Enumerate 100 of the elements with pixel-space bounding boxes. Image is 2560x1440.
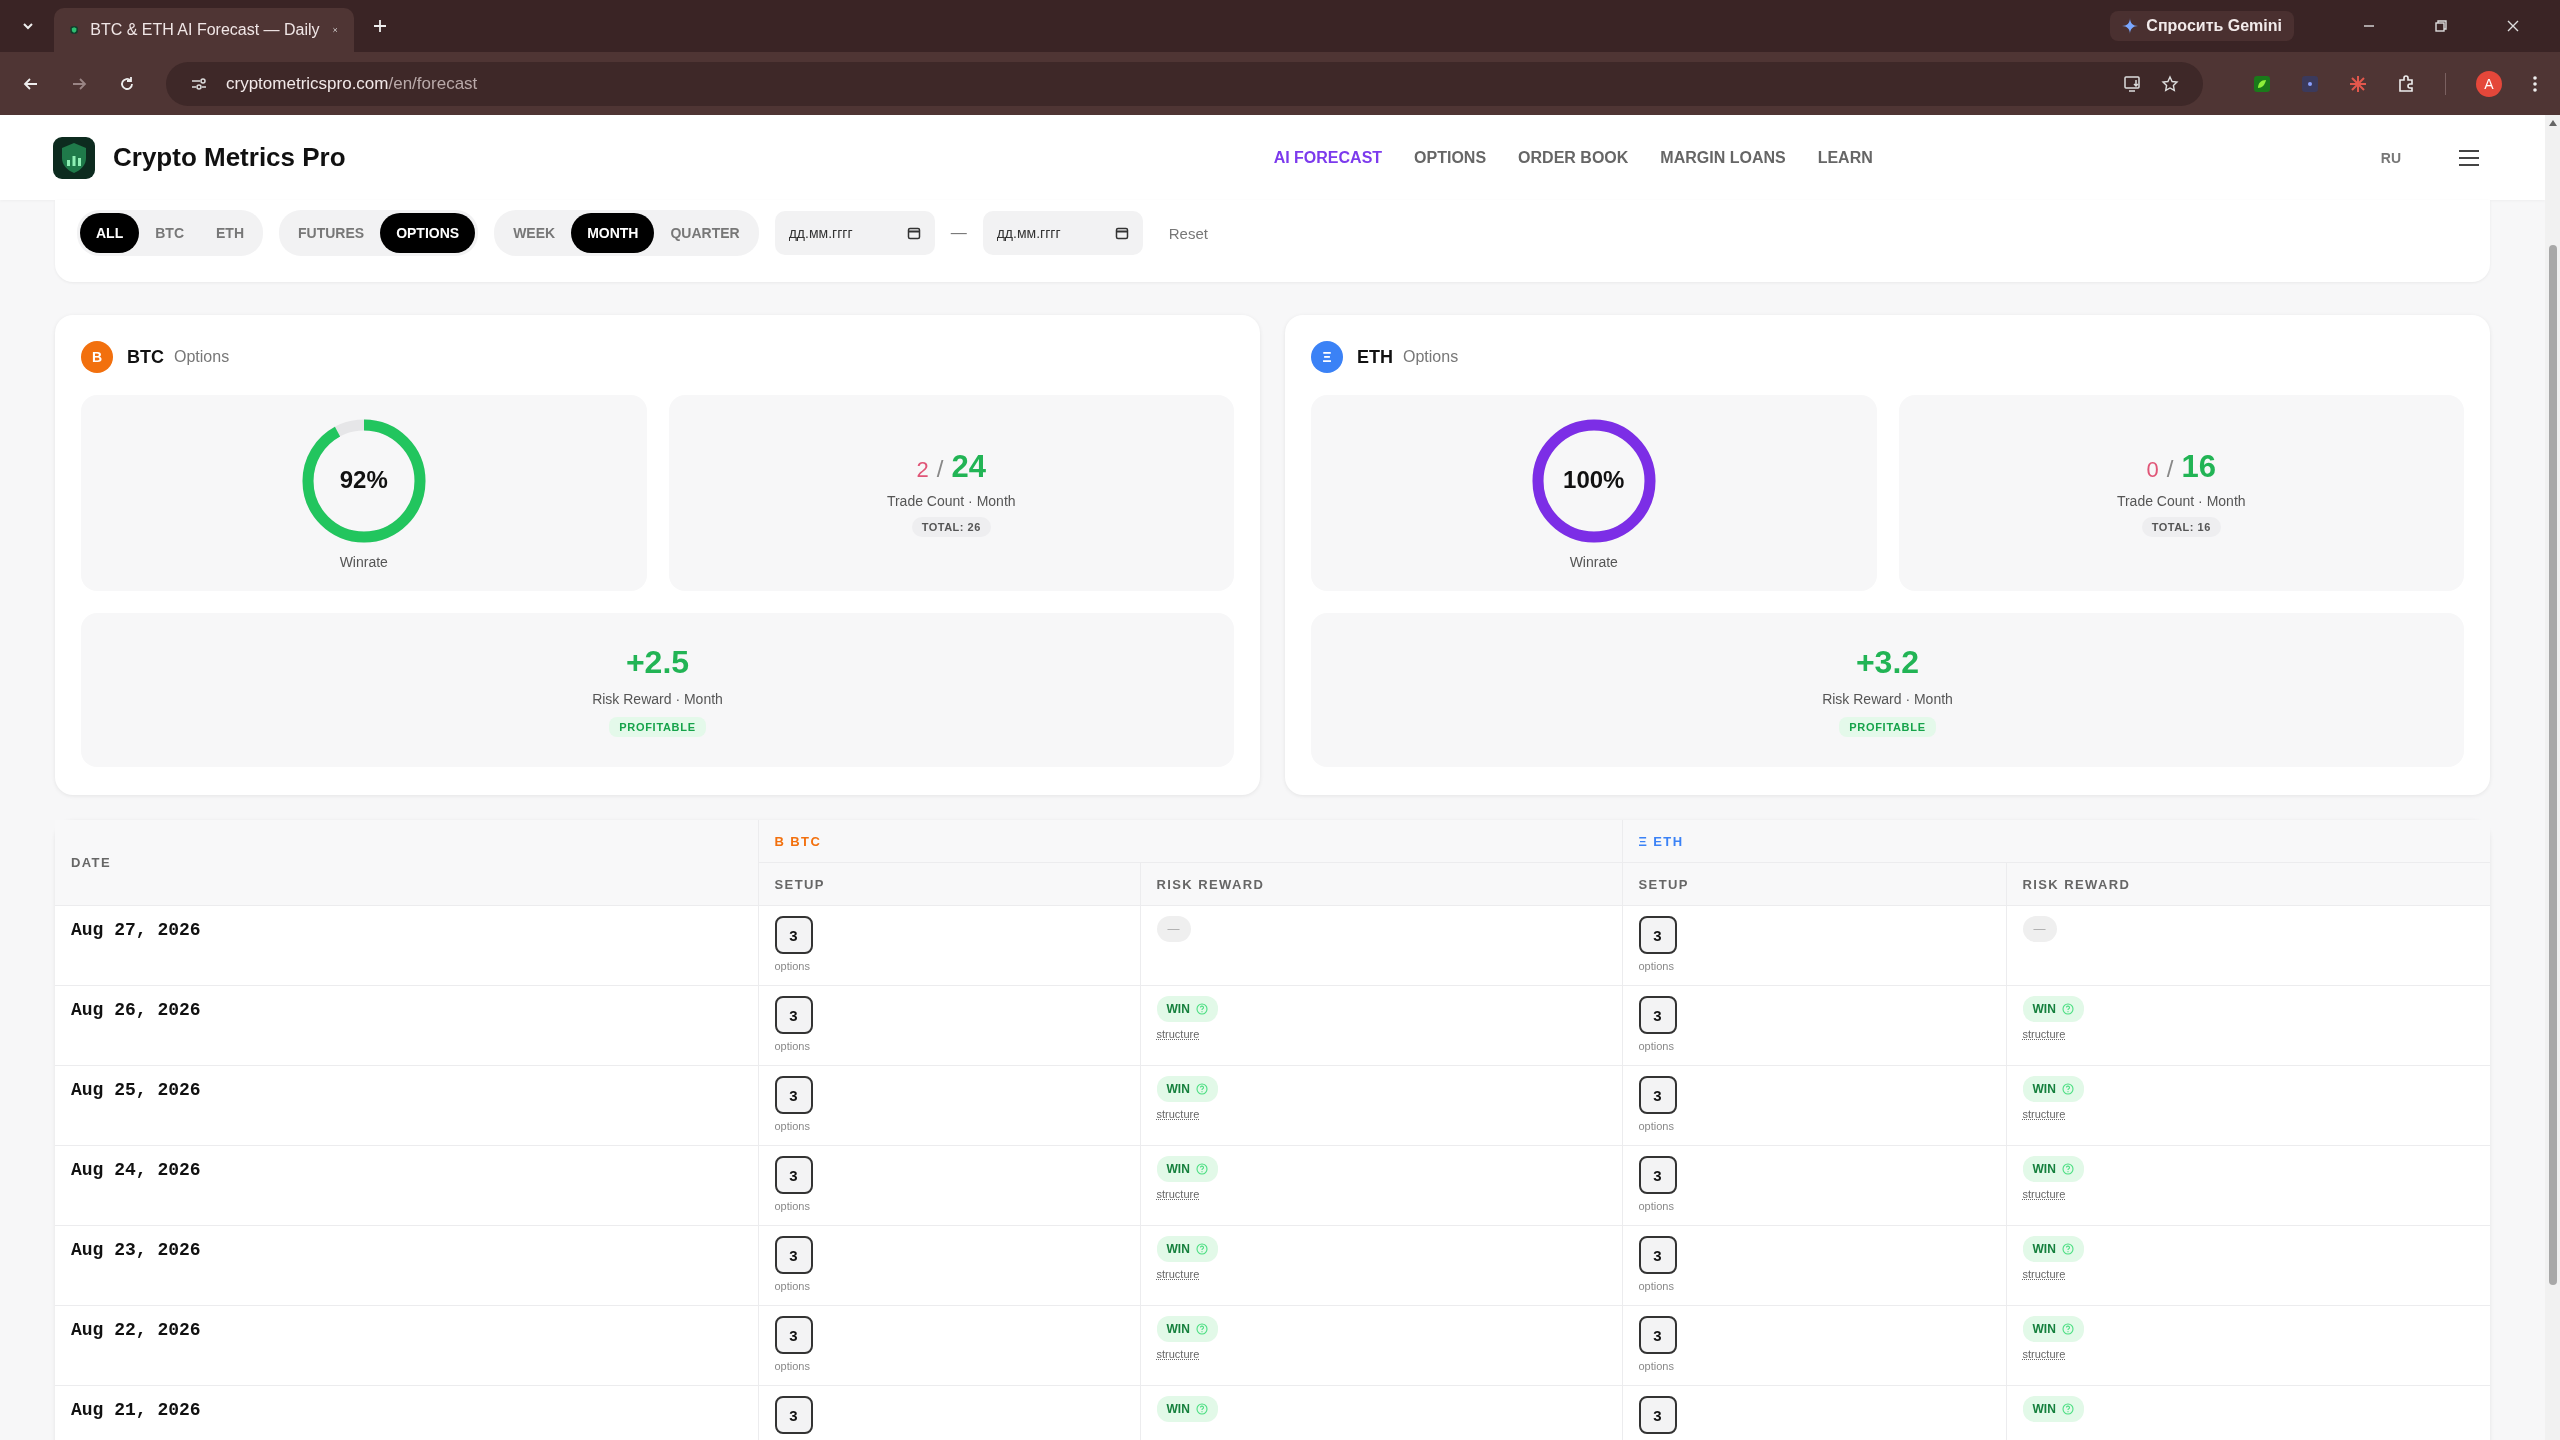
column-header: DATE (71, 855, 112, 870)
structure-link[interactable]: structure (1156, 1188, 1200, 1200)
status-badge: PROFITABLE (609, 716, 706, 737)
structure-link[interactable]: structure (2022, 1268, 2066, 1280)
pending-badge: — (2022, 916, 2057, 942)
setup-note: options (774, 1360, 810, 1372)
structure-link[interactable]: structure (2022, 1108, 2066, 1120)
setup-note: options (1638, 1360, 1674, 1372)
column-header: RISK REWARD (2022, 876, 2131, 892)
setup-count: 3 (1638, 1316, 1677, 1354)
gemini-button[interactable]: Спросить Gemini (2110, 11, 2294, 41)
setup-note: options (1638, 1040, 1674, 1052)
nav-link[interactable]: AI FORECAST (1273, 148, 1383, 167)
loss-count: 2 (916, 457, 929, 483)
group-header: B BTC (774, 833, 822, 849)
group-header: Ξ ETH (1638, 833, 1684, 849)
win-badge: WIN (2022, 1396, 2084, 1422)
filter-pill[interactable]: ALL (80, 213, 140, 253)
setup-count: 3 (774, 1076, 813, 1114)
count-separator: / (936, 455, 944, 483)
date-cell: Aug 21, 2026 (71, 1400, 201, 1420)
date-field[interactable]: дд.мм.гггг (982, 211, 1143, 255)
stat-label: Trade Count · Month (886, 493, 1016, 509)
setup-count: 3 (774, 996, 813, 1034)
stat-label: Winrate (1569, 554, 1618, 570)
tab-title: BTC & ETH AI Forecast — Daily (90, 21, 320, 39)
risk-reward-value: +3.2 (1855, 643, 1920, 681)
date-cell: Aug 25, 2026 (71, 1080, 201, 1100)
filter-pill[interactable]: ETH (200, 213, 260, 253)
structure-link[interactable]: structure (2022, 1348, 2066, 1360)
setup-count: 3 (774, 1236, 813, 1274)
setup-note: options (774, 960, 810, 972)
structure-link[interactable]: structure (2022, 1188, 2066, 1200)
structure-link[interactable]: structure (1156, 1348, 1200, 1360)
status-badge: PROFITABLE (1839, 716, 1936, 737)
browser-tab[interactable]: BTC & ETH AI Forecast — Daily (54, 8, 354, 52)
structure-link[interactable]: structure (2022, 1028, 2066, 1040)
setup-count: 3 (1638, 916, 1677, 954)
stat-label: Trade Count · Month (2116, 493, 2246, 509)
win-badge: WIN (2022, 1076, 2084, 1102)
filter-pill[interactable]: WEEK (497, 213, 572, 253)
win-badge: WIN (1156, 1396, 1218, 1422)
url-text: cryptometricspro.com/en/forecast (226, 73, 478, 94)
setup-note: options (774, 1040, 810, 1052)
winrate-value: 92% (338, 466, 389, 494)
range-separator: — (950, 224, 967, 242)
asset-type: Options (1403, 348, 1459, 366)
setup-count: 3 (1638, 1396, 1677, 1434)
date-cell: Aug 26, 2026 (71, 1000, 201, 1020)
loss-count: 0 (2146, 457, 2159, 483)
setup-count: 3 (774, 916, 813, 954)
date-field[interactable]: дд.мм.гггг (774, 211, 935, 255)
winrate-value: 100% (1562, 466, 1626, 494)
structure-link[interactable]: structure (1156, 1268, 1200, 1280)
nav-link[interactable]: MARGIN LOANS (1660, 148, 1786, 167)
stat-label: Risk Reward · Month (592, 690, 723, 707)
win-count: 24 (951, 449, 986, 485)
win-badge: WIN (1156, 996, 1218, 1022)
column-header: SETUP (1638, 876, 1689, 892)
setup-note: options (1638, 1280, 1674, 1292)
filter-pill[interactable]: FUTURES (282, 213, 381, 253)
setup-note: options (1638, 1200, 1674, 1212)
setup-note: options (774, 1120, 810, 1132)
setup-count: 3 (1638, 996, 1677, 1034)
pending-badge: — (1156, 916, 1191, 942)
coin-badge: Ξ (1311, 341, 1343, 373)
win-count: 16 (2181, 449, 2216, 485)
filter-pill[interactable]: MONTH (571, 213, 655, 253)
setup-note: options (1638, 1120, 1674, 1132)
date-cell: Aug 22, 2026 (71, 1320, 201, 1340)
filter-pill[interactable]: OPTIONS (380, 213, 476, 253)
total-badge: TOTAL: 16 (2141, 517, 2221, 537)
language-code[interactable]: RU (2380, 149, 2401, 166)
setup-count: 3 (1638, 1156, 1677, 1194)
profile-avatar[interactable]: A (2476, 70, 2502, 97)
brand-name: Crypto Metrics Pro (113, 142, 346, 173)
address-bar[interactable]: cryptometricspro.com/en/forecast (166, 61, 2203, 106)
asset-type: Options (174, 348, 230, 366)
date-cell: Aug 27, 2026 (71, 920, 201, 940)
coin-badge: B (81, 341, 113, 373)
column-header: RISK REWARD (1156, 876, 1265, 892)
setup-count: 3 (1638, 1236, 1677, 1274)
win-badge: WIN (1156, 1236, 1218, 1262)
nav-link[interactable]: LEARN (1817, 148, 1873, 167)
structure-link[interactable]: structure (1156, 1108, 1200, 1120)
win-badge: WIN (2022, 1316, 2084, 1342)
nav-link[interactable]: OPTIONS (1414, 148, 1487, 167)
setup-count: 3 (774, 1156, 813, 1194)
setup-note: options (1638, 960, 1674, 972)
structure-link[interactable]: structure (1156, 1028, 1200, 1040)
reset-link[interactable]: Reset (1168, 224, 1208, 242)
win-badge: WIN (1156, 1156, 1218, 1182)
setup-count: 3 (1638, 1076, 1677, 1114)
stat-label: Winrate (339, 554, 388, 570)
date-cell: Aug 23, 2026 (71, 1240, 201, 1260)
win-badge: WIN (1156, 1316, 1218, 1342)
nav-link[interactable]: ORDER BOOK (1518, 148, 1629, 167)
filter-pill[interactable]: QUARTER (654, 213, 756, 253)
win-badge: WIN (1156, 1076, 1218, 1102)
filter-pill[interactable]: BTC (139, 213, 200, 253)
